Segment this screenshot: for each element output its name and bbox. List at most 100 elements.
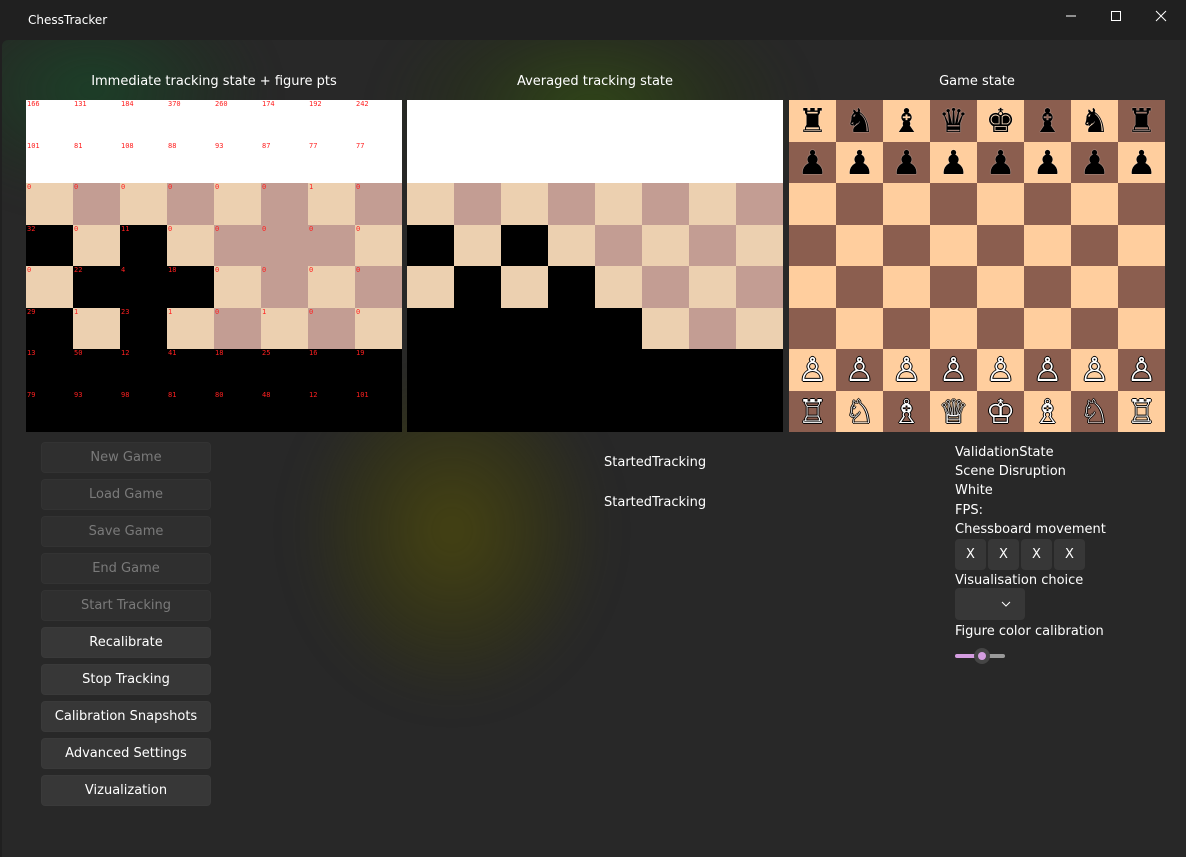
board-square [642,390,689,432]
figure-points-value: 0 [262,183,267,191]
board-square: 0 [261,224,308,266]
board-square: 0 [214,183,261,225]
figure-points-value: 1 [309,183,314,191]
calibration-snapshots-button[interactable]: Calibration Snapshots [41,701,211,732]
movement-button[interactable]: X [1021,539,1052,570]
board-square [642,266,689,308]
minimize-button[interactable] [1048,0,1094,32]
chess-piece-square: ♞ [1071,100,1118,142]
board-square [548,349,595,391]
load-game-button[interactable]: Load Game [41,479,211,510]
board-square [977,307,1024,349]
chess-piece-square: ♕ [930,390,977,432]
board-square: 16 [308,349,355,391]
board-square: 0 [355,307,402,349]
board-square [407,224,454,266]
board-square: 131 [73,100,120,142]
chess-piece-square: ♙ [1024,349,1071,391]
figure-points-value: 184 [121,100,134,108]
figure-points-value: 25 [262,349,271,357]
board-square [1024,224,1071,266]
game-state-board: ♜ ♞ ♝ ♛ ♚ ♝ ♞ ♜ ♟ ♟ ♟ ♟ ♟ ♟ ♟ ♟ ♙ ♙ ♙ ♙ ♙ ♙ ♙ ♙ ♖ ♘ ♗ ♕ ♔ ♗ ♘ ♖ [789,100,1165,432]
board-square [454,349,501,391]
board-square: 0 [167,183,214,225]
board-square [548,224,595,266]
figure-points-value: 50 [74,349,83,357]
stop-tracking-button[interactable]: Stop Tracking [41,664,211,695]
figure-points-value: 0 [309,307,314,316]
board-square [501,224,548,266]
figure-points-value: 12 [121,349,130,357]
board-square [930,266,977,308]
chess-piece-square: ♛ [930,100,977,142]
board-square [595,266,642,308]
game-panel-title: Game state [939,74,1015,89]
figure-points-value: 0 [74,224,79,233]
player-color-label: White [955,483,993,498]
board-square: 0 [308,224,355,266]
board-square [595,141,642,183]
board-square [1118,183,1165,225]
maximize-button[interactable] [1093,0,1139,32]
movement-button[interactable]: X [955,539,986,570]
figure-color-calibration-slider[interactable] [955,648,1005,664]
board-square [789,307,836,349]
figure-points-value: 0 [121,183,126,191]
figure-points-value: 0 [262,266,267,274]
board-square: 0 [167,224,214,266]
board-square [1118,224,1165,266]
board-square: 0 [214,307,261,349]
board-square [977,224,1024,266]
board-square: 41 [167,349,214,391]
advanced-settings-button[interactable]: Advanced Settings [41,738,211,769]
board-square [736,307,783,349]
validation-state-label: ValidationState [955,445,1054,460]
board-square: 87 [261,141,308,183]
chess-piece-square: ♙ [836,349,883,391]
figure-points-value: 1 [74,307,79,316]
board-square: 260 [214,100,261,142]
visualisation-choice-dropdown[interactable] [955,588,1025,620]
close-button[interactable] [1138,0,1184,32]
chevron-down-icon [1001,601,1011,607]
recalibrate-button[interactable]: Recalibrate [41,627,211,658]
chess-piece-square: ♘ [836,390,883,432]
start-tracking-button[interactable]: Start Tracking [41,590,211,621]
figure-points-value: 79 [27,390,36,399]
slider-thumb[interactable] [974,648,990,664]
board-square [595,183,642,225]
board-square [836,224,883,266]
figure-points-value: 174 [262,100,275,108]
save-game-button[interactable]: Save Game [41,516,211,547]
board-square [454,224,501,266]
board-square: 0 [308,266,355,308]
new-game-button[interactable]: New Game [41,442,211,473]
averaged-panel-title: Averaged tracking state [516,74,674,89]
board-square [407,266,454,308]
board-square: 0 [308,307,355,349]
board-square: 29 [26,307,73,349]
board-square [736,100,783,142]
minimize-icon [1066,15,1076,17]
vizualization-button[interactable]: Vizualization [41,775,211,806]
board-square: 0 [214,266,261,308]
chess-piece-square: ♟ [977,141,1024,183]
board-square [595,390,642,432]
board-square [642,141,689,183]
fps-label: FPS: [955,503,983,518]
movement-button[interactable]: X [1054,539,1085,570]
figure-points-value: 0 [215,266,220,274]
board-square [595,224,642,266]
chess-piece-square: ♟ [836,141,883,183]
board-square [642,307,689,349]
chess-piece-square: ♗ [883,390,930,432]
board-square: 0 [261,266,308,308]
end-game-button[interactable]: End Game [41,553,211,584]
movement-button[interactable]: X [988,539,1019,570]
figure-points-value: 23 [121,307,130,316]
figure-points-value: 0 [168,224,173,233]
board-square [977,266,1024,308]
board-square [736,141,783,183]
board-square [501,266,548,308]
board-square: 0 [73,224,120,266]
